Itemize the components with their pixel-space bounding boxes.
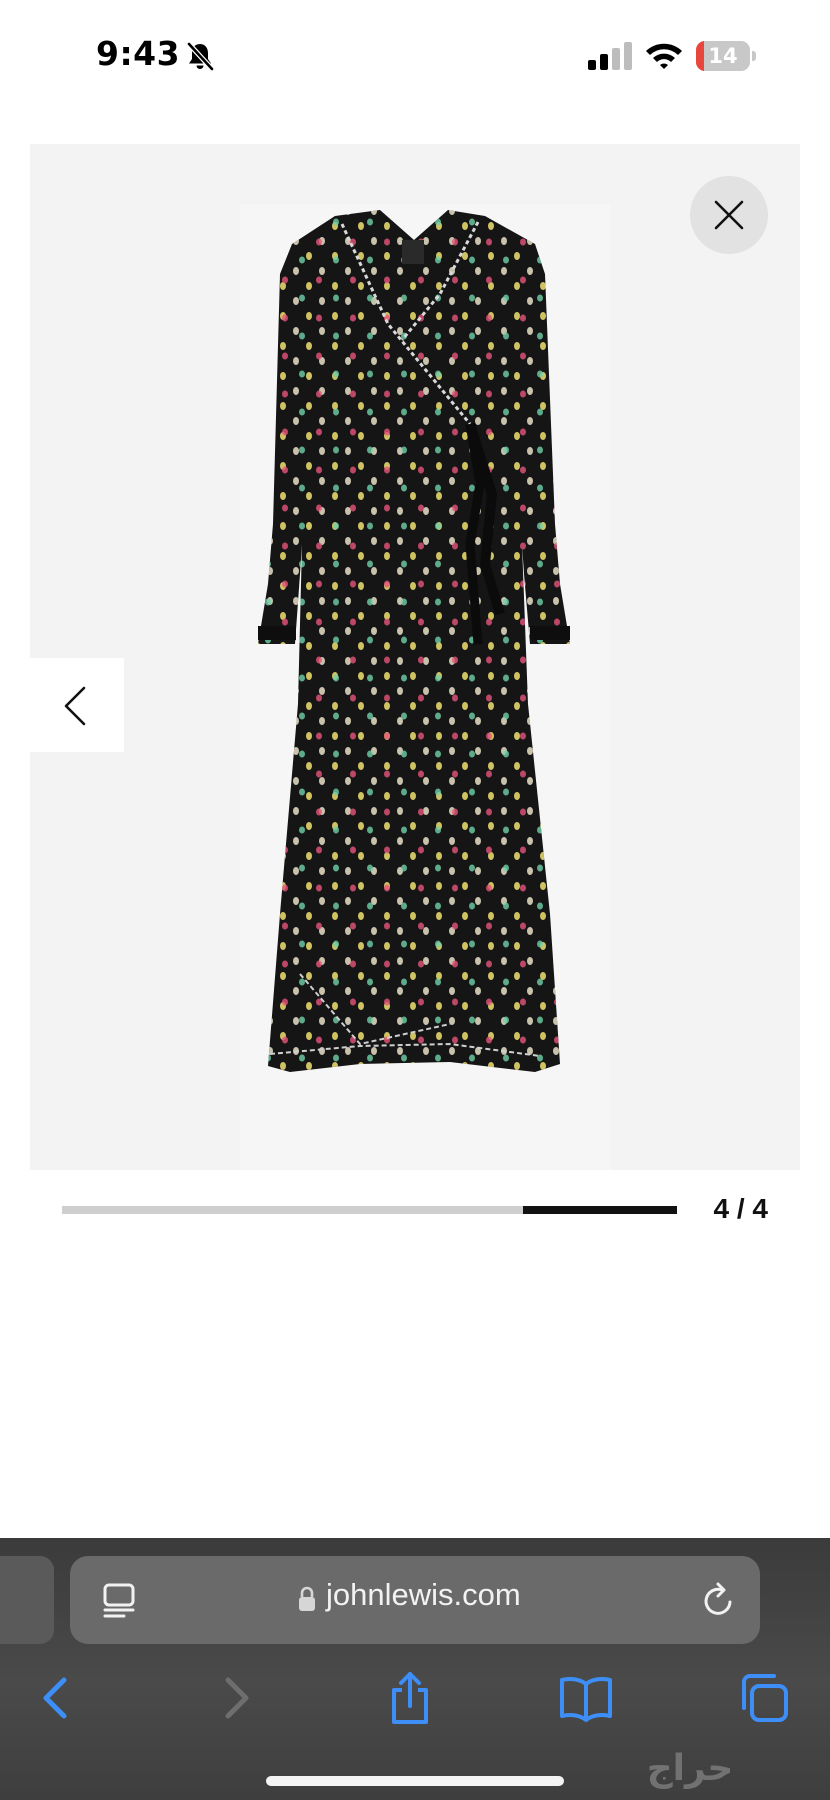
- status-bar: 9:43 14: [0, 0, 830, 110]
- url-text[interactable]: johnlewis.com: [326, 1577, 521, 1613]
- home-indicator: [266, 1776, 564, 1786]
- forward-button[interactable]: [206, 1668, 266, 1728]
- battery-icon: 14: [696, 41, 758, 71]
- lock-icon: [299, 1586, 315, 1611]
- previous-tab-preview[interactable]: [0, 1556, 54, 1644]
- reader-view-icon[interactable]: [102, 1582, 136, 1618]
- bookmarks-button[interactable]: [556, 1668, 616, 1728]
- image-page-counter: 4 / 4: [713, 1193, 768, 1224]
- gallery-progress-bar: [62, 1206, 677, 1214]
- tabs-icon: [742, 1674, 788, 1722]
- share-icon: [392, 1672, 428, 1724]
- back-icon: [43, 1677, 67, 1719]
- previous-image-button[interactable]: [30, 658, 124, 752]
- reload-icon[interactable]: [700, 1580, 738, 1620]
- product-image-gallery[interactable]: [30, 144, 800, 1170]
- tabs-button[interactable]: [734, 1668, 794, 1728]
- gallery-progress-fill: [523, 1206, 677, 1214]
- watermark-text: حراج: [647, 1748, 734, 1789]
- close-button[interactable]: [690, 176, 768, 254]
- address-bar[interactable]: johnlewis.com: [70, 1556, 760, 1644]
- wifi-icon: [646, 43, 682, 69]
- back-button[interactable]: [26, 1668, 86, 1728]
- share-button[interactable]: [380, 1668, 440, 1728]
- battery-level: 14: [708, 44, 738, 68]
- close-icon: [714, 200, 744, 230]
- chevron-left-icon: [64, 686, 86, 726]
- bell-slash-icon: [187, 42, 214, 71]
- watermark-logo: حراج: [647, 1748, 734, 1789]
- product-image: [240, 204, 610, 1170]
- cellular-signal-icon: [588, 42, 632, 70]
- forward-icon: [225, 1677, 249, 1719]
- bookmarks-icon: [560, 1677, 612, 1722]
- screen: 9:43 14 4 / 4 johnlewis.com حراج: [0, 0, 830, 1800]
- status-time: 9:43: [96, 34, 181, 73]
